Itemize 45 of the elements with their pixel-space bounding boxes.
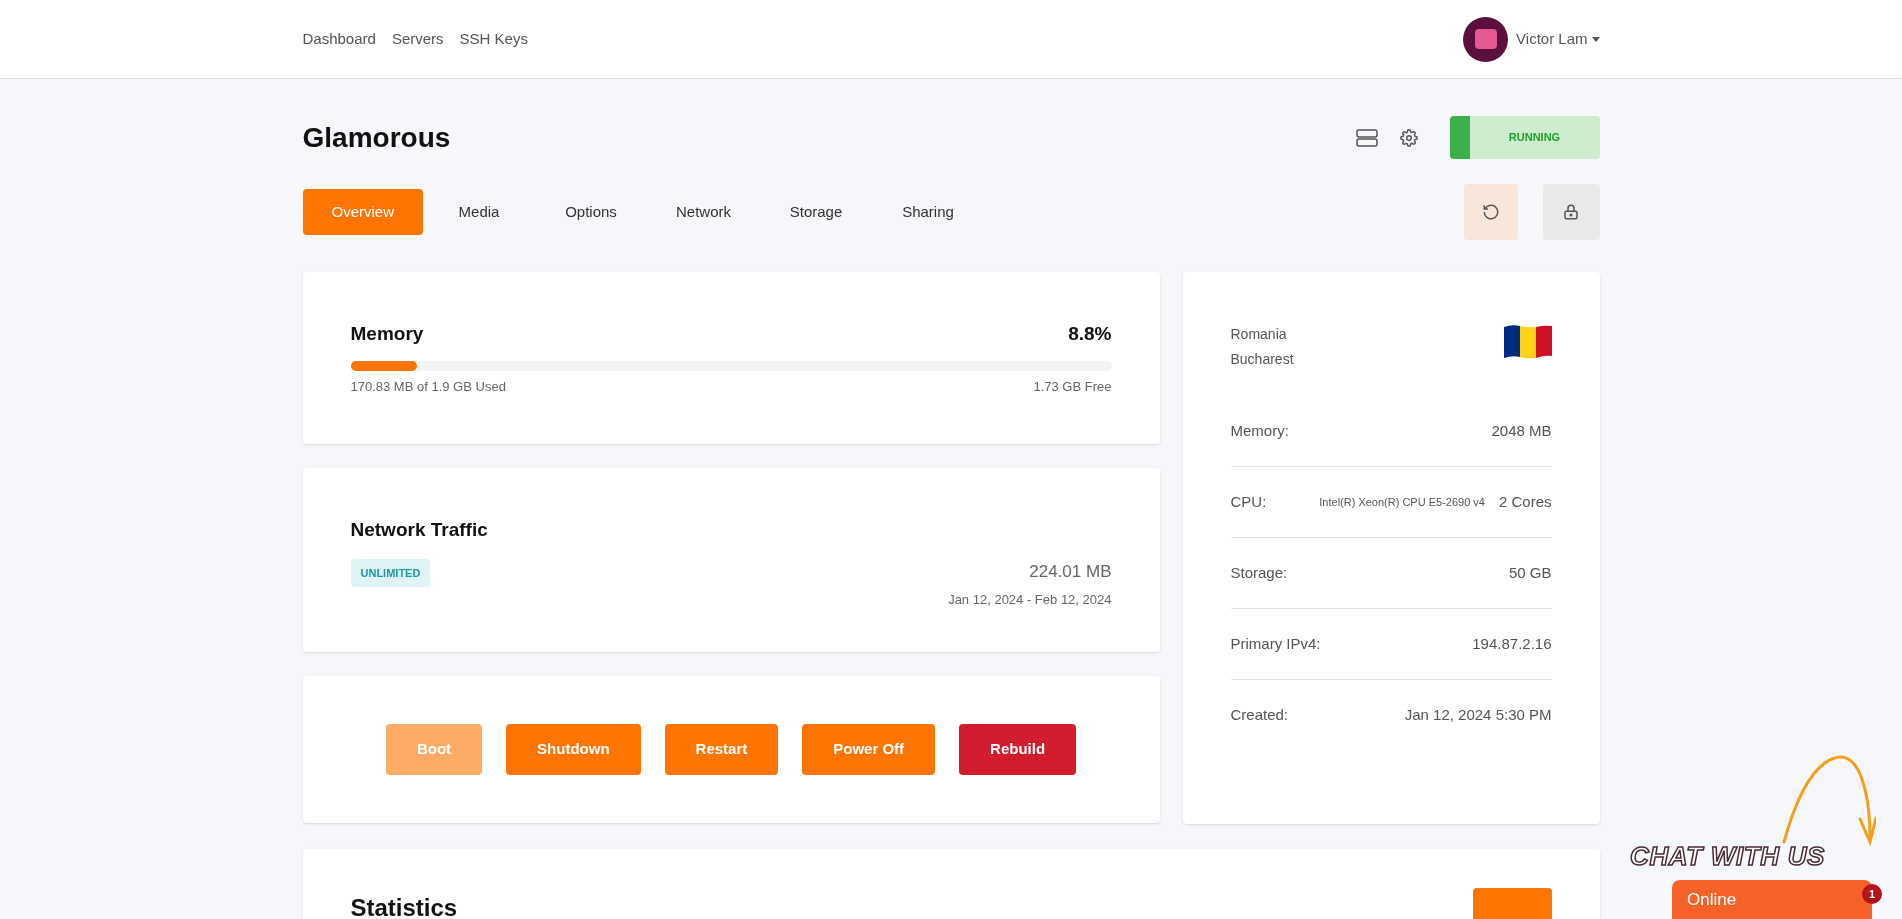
city: Bucharest [1230,350,1294,369]
spec-label: Storage: [1230,562,1288,583]
spec-value: Jan 12, 2024 5:30 PM [1404,705,1552,726]
tab[interactable]: Media [423,189,535,235]
plan-badge: UNLIMITED [350,558,431,587]
traffic-amount: 224.01 MB [1029,560,1112,583]
nav-link[interactable]: SSH Keys [459,27,528,51]
traffic-period: Jan 12, 2024 - Feb 12, 2024 [948,591,1112,609]
country: Romania [1230,325,1288,344]
card-title: Memory [350,322,424,346]
chat-headline: CHAT WITH US [1630,840,1826,873]
server-icon[interactable] [1355,128,1378,147]
card-title: Network Traffic [350,519,488,540]
action-button[interactable]: Rebuild [959,724,1077,775]
spec-label: CPU: [1230,491,1267,512]
lock-button[interactable] [1542,184,1600,240]
tab[interactable]: Options [535,189,647,235]
nav-link[interactable]: Servers [391,27,444,51]
avatar[interactable] [1463,16,1509,62]
spec-detail: Intel(R) Xeon(R) CPU E5-2690 v4 [1319,494,1485,510]
spec-value: 50 GB [1508,562,1552,583]
restart-icon [1481,203,1500,221]
card-title: Statistics [350,896,458,919]
memory-percent: 8.8% [1068,322,1112,346]
flag-icon [1503,324,1552,360]
settings-icon[interactable] [1399,128,1418,147]
tab[interactable]: Sharing [872,189,985,235]
tab[interactable]: Network [647,189,761,235]
unread-badge: 1 [1862,884,1882,904]
status-badge: RUNNING [1449,116,1600,159]
spec-value: 2 Cores [1498,491,1552,512]
restart-button[interactable] [1463,184,1518,240]
memory-used: 170.83 MB of 1.9 GB Used [350,377,506,396]
lock-icon [1562,203,1580,221]
spec-label: Created: [1230,705,1289,726]
user-menu[interactable]: Victor Lam [1516,27,1600,51]
spec-label: Memory: [1230,420,1289,441]
caret-icon [1591,36,1600,42]
nav-link[interactable]: Dashboard [302,27,376,51]
memory-free: 1.73 GB Free [1033,377,1112,396]
tab[interactable]: Storage [760,189,873,235]
spec-value: 194.87.2.16 [1472,633,1552,654]
spec-value: 2048 MB [1491,420,1552,441]
server-title: Glamorous [302,120,451,155]
spec-label: Primary IPv4: [1230,633,1321,654]
